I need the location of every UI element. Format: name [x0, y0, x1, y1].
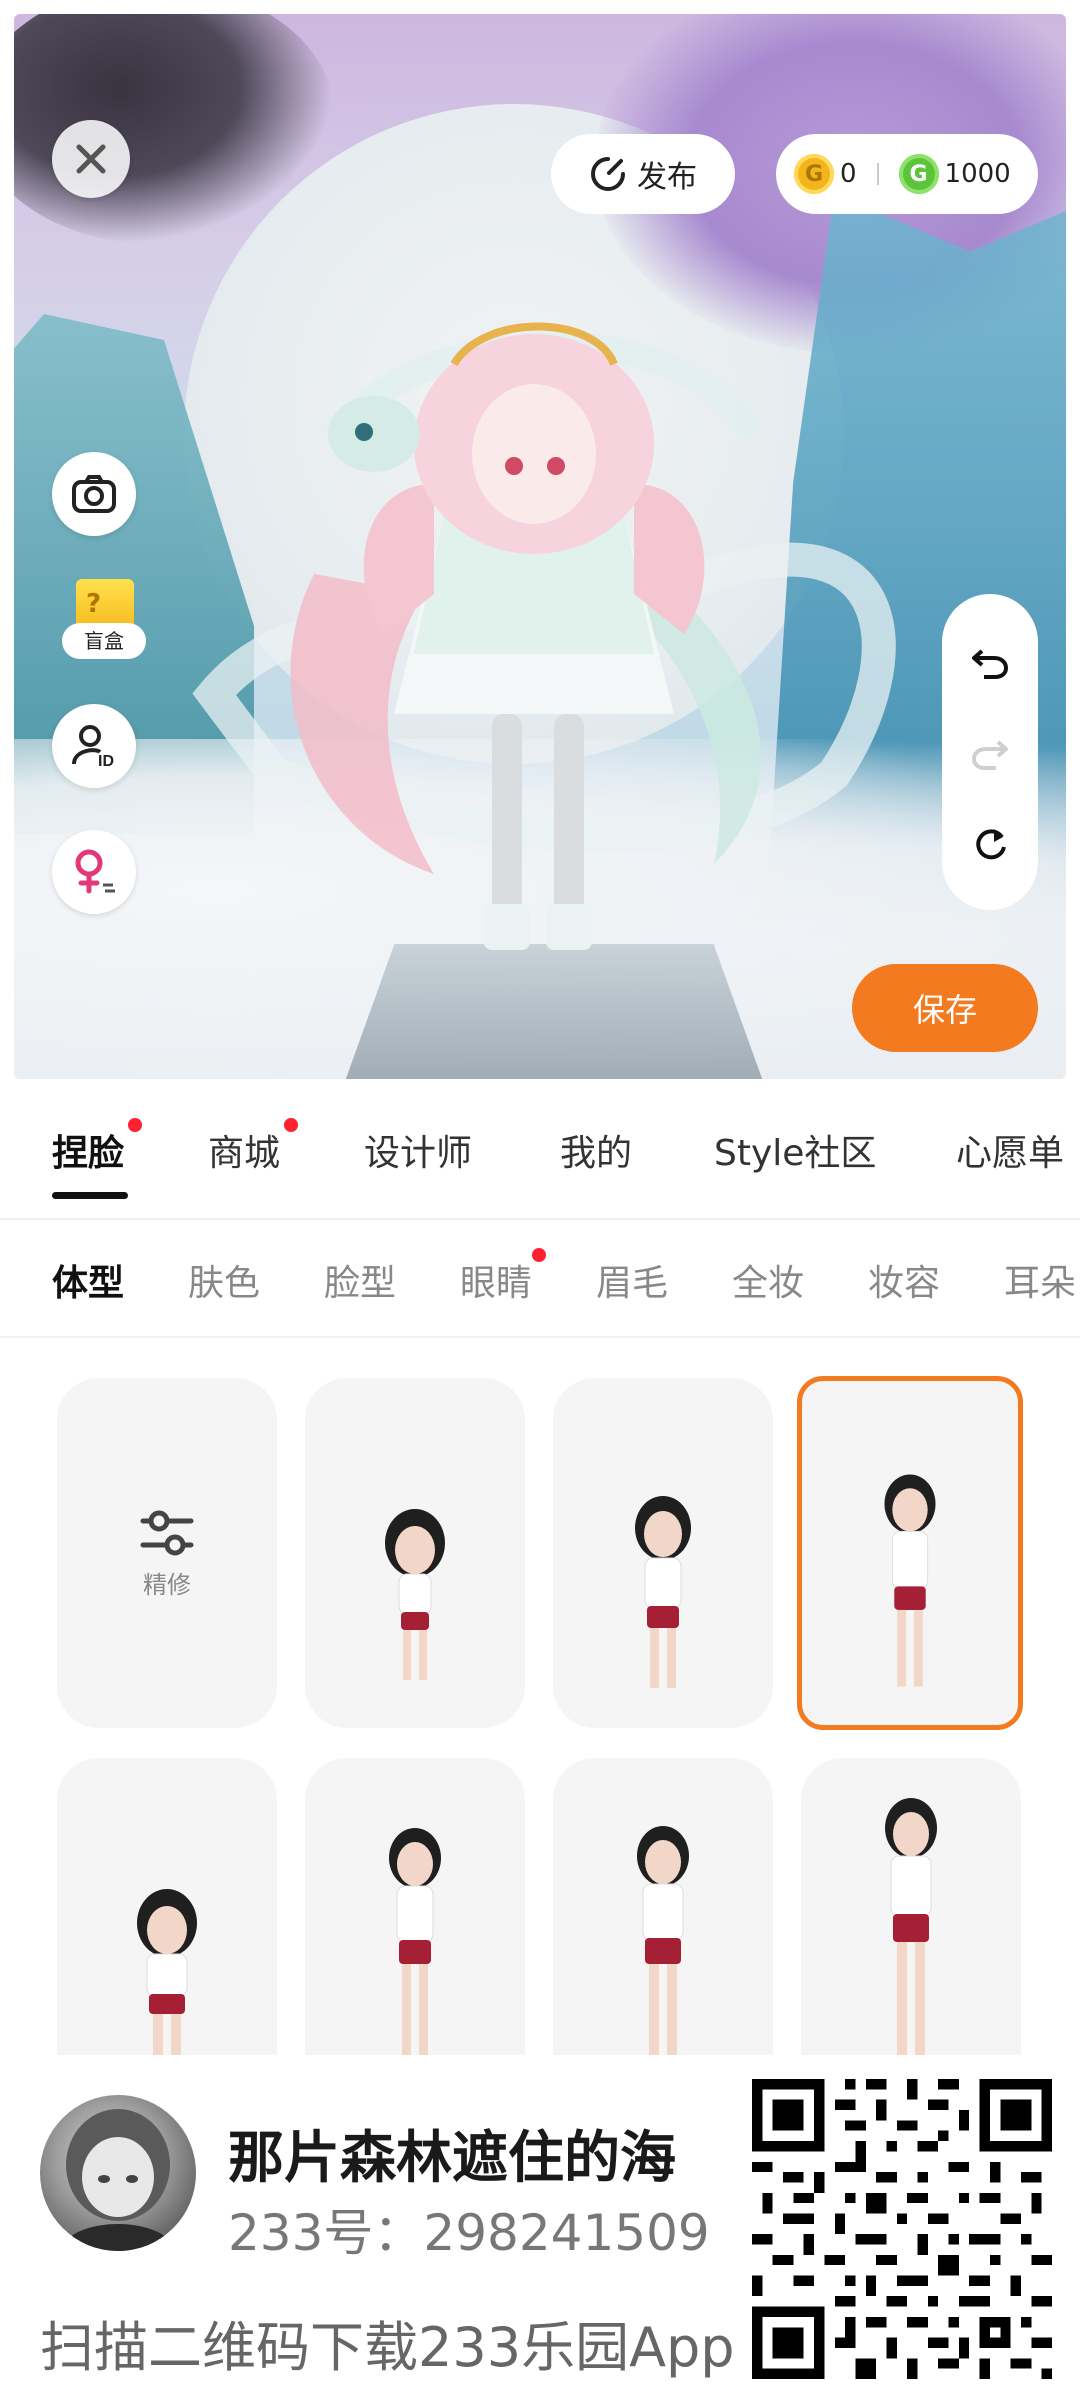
body-shape-option[interactable]	[553, 1758, 773, 2060]
refine-label: 精修	[143, 1570, 191, 1599]
body-shape-option[interactable]	[305, 1378, 525, 1728]
tab-designer[interactable]: 设计师	[364, 1124, 472, 1176]
tab-mall[interactable]: 商城	[208, 1118, 299, 1176]
currency-divider	[876, 163, 879, 185]
green-count: 1000	[944, 159, 1011, 189]
body-figure	[637, 1826, 689, 2060]
notification-dot	[128, 1118, 143, 1132]
camera-icon	[72, 475, 116, 513]
username: 那片森林遮住的海	[228, 2126, 676, 2191]
sub-tab-bar: 体型 肤色 脸型 眼睛 眉毛 全妆 妆容 耳朵	[0, 1222, 1080, 1338]
refine-card[interactable]: 精修	[57, 1378, 277, 1728]
subtab-eyes[interactable]: 眼睛	[460, 1248, 547, 1306]
publish-label: 发布	[637, 160, 697, 195]
body-figure	[885, 1798, 937, 2060]
subtab-makeup[interactable]: 妆容	[868, 1254, 940, 1306]
subtab-eyebrows[interactable]: 眉毛	[596, 1254, 668, 1306]
body-shape-grid: 精修	[0, 1340, 1080, 2060]
gold-coin-icon: G	[794, 154, 834, 194]
tab-wishlist[interactable]: 心愿单	[956, 1124, 1064, 1176]
subtab-ears[interactable]: 耳朵	[1004, 1254, 1076, 1306]
blind-box-label: 盲盒	[62, 623, 146, 659]
avatar-id-button[interactable]: ID	[52, 704, 136, 788]
subtab-full-makeup[interactable]: 全妆	[732, 1254, 804, 1306]
body-figure	[389, 1828, 441, 2060]
publish-icon	[591, 157, 625, 191]
close-button[interactable]	[52, 120, 130, 198]
notification-dot	[284, 1118, 299, 1132]
body-figure	[884, 1474, 936, 1687]
female-icon	[75, 849, 115, 894]
user-id: 233号：298241509	[228, 2204, 710, 2262]
active-tab-underline	[52, 1192, 128, 1199]
body-figure	[137, 1889, 197, 2060]
camera-button[interactable]	[52, 452, 136, 536]
redo-icon[interactable]	[970, 732, 1010, 772]
body-shape-option[interactable]	[57, 1758, 277, 2060]
blind-box-button[interactable]: ? 盲盒	[58, 579, 148, 679]
avatar-image	[60, 2109, 176, 2251]
tab-face[interactable]: 捏脸	[52, 1118, 143, 1176]
subtab-body-shape[interactable]: 体型	[52, 1254, 124, 1306]
avatar-scene[interactable]: 发布 G 0 G 1000 ? 盲盒 ID 保存	[14, 14, 1066, 1079]
tab-mine[interactable]: 我的	[560, 1124, 632, 1176]
svg-text:ID: ID	[98, 753, 114, 770]
body-shape-option[interactable]	[801, 1758, 1021, 2060]
body-shape-option[interactable]	[553, 1378, 773, 1728]
user-id-icon: ID	[72, 725, 114, 770]
gold-count: 0	[840, 159, 857, 189]
qr-code	[752, 2079, 1052, 2379]
subtab-face-shape[interactable]: 脸型	[324, 1254, 396, 1306]
notification-dot	[532, 1248, 547, 1262]
user-avatar	[40, 2095, 196, 2251]
body-shape-option[interactable]	[305, 1758, 525, 2060]
body-shape-option-selected[interactable]	[797, 1376, 1023, 1730]
undo-icon[interactable]	[970, 641, 1010, 681]
gender-switch-button[interactable]	[52, 830, 136, 914]
main-tab-bar: 捏脸 商城 设计师 我的 Style社区 心愿单	[0, 1080, 1080, 1220]
sliders-icon	[140, 1510, 194, 1555]
body-figure	[635, 1496, 691, 1688]
save-button[interactable]: 保存	[852, 964, 1038, 1052]
reset-icon[interactable]	[970, 823, 1010, 863]
close-icon	[76, 144, 106, 174]
history-toolbar	[942, 594, 1038, 910]
subtab-skin-color[interactable]: 肤色	[188, 1254, 260, 1306]
green-coin-icon: G	[898, 154, 939, 194]
body-figure	[385, 1509, 445, 1680]
share-footer: 那片森林遮住的海 233号：298241509 扫描二维码下载233乐园App	[0, 2055, 1080, 2408]
tab-style-community[interactable]: Style社区	[714, 1124, 876, 1176]
publish-button[interactable]: 发布	[551, 134, 735, 214]
scan-instruction: 扫描二维码下载233乐园App	[40, 2316, 735, 2379]
currency-balance[interactable]: G 0 G 1000	[776, 134, 1038, 214]
